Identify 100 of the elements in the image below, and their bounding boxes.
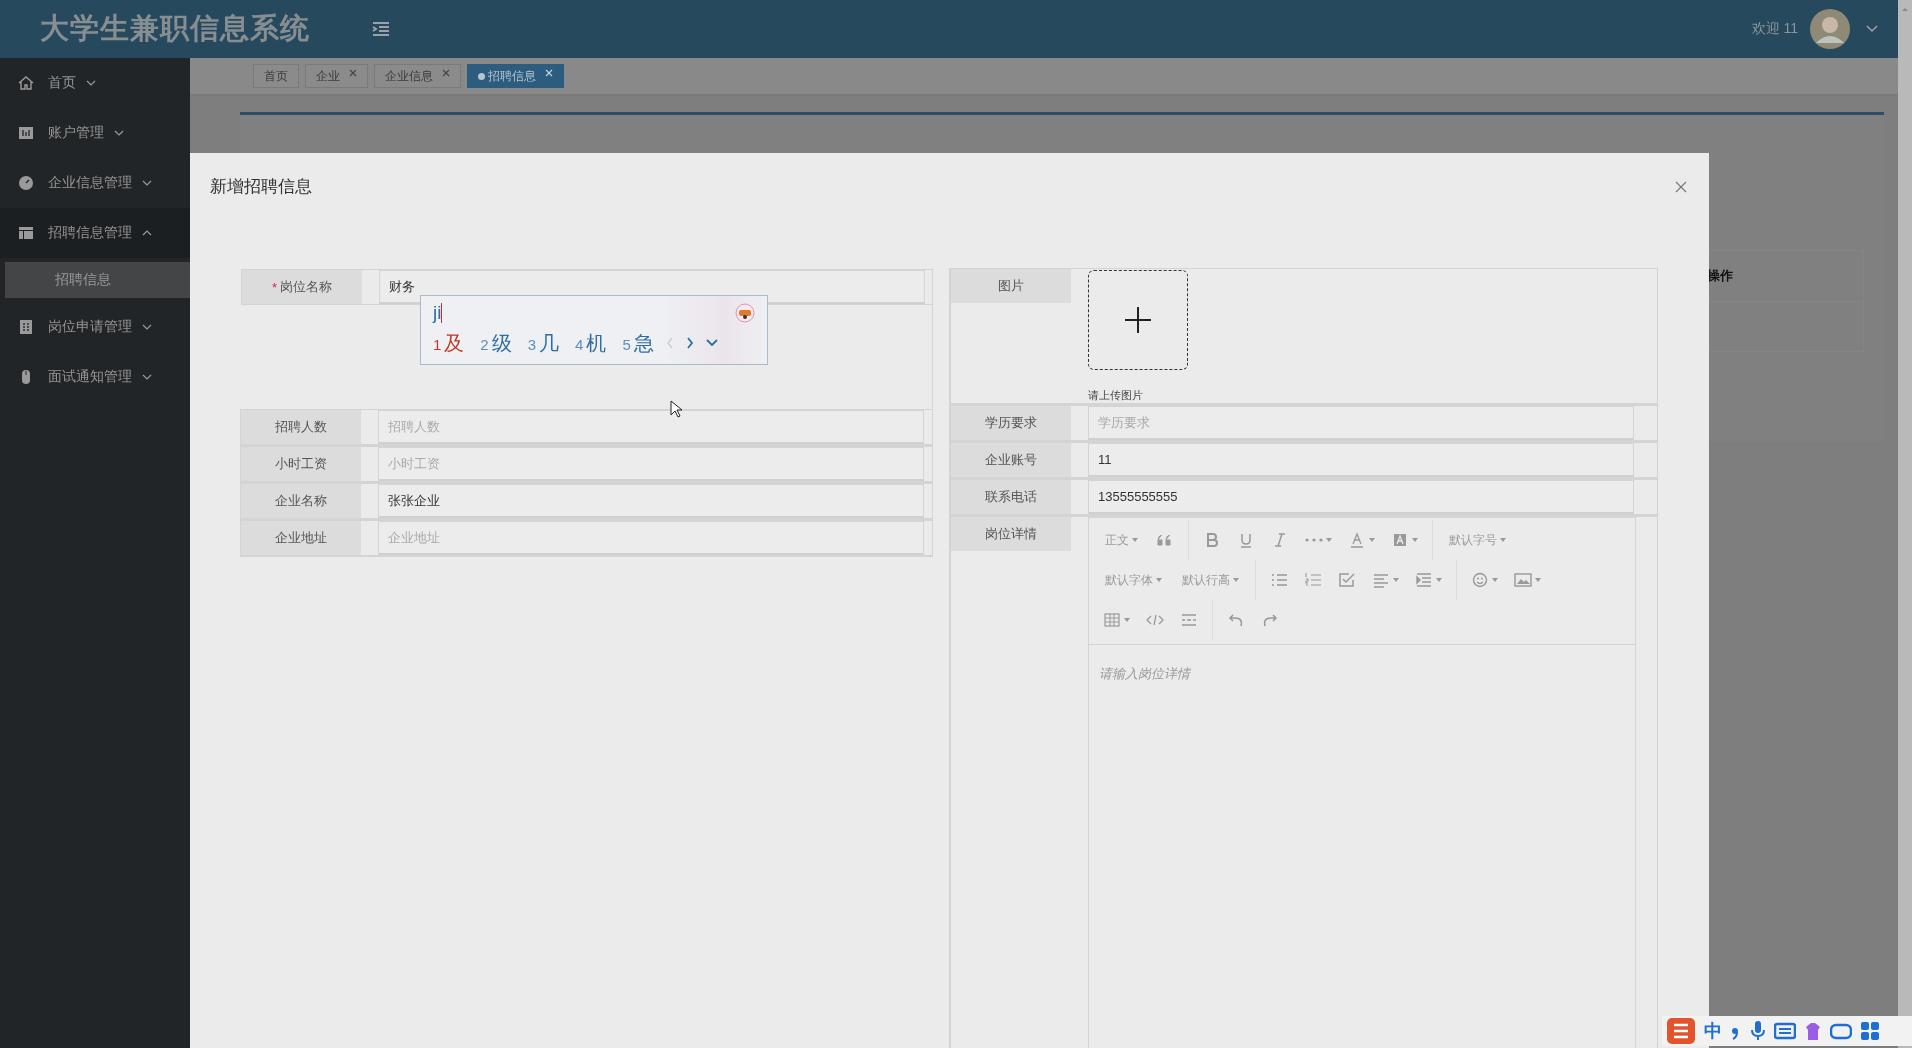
ime-mode-toggle[interactable]: 中 [1704,1019,1722,1043]
ime-candidate[interactable]: 1及 [433,329,465,357]
input-field[interactable]: 张张企业 [378,484,924,518]
toolbar-dropdown[interactable]: 正文 [1097,526,1146,554]
undo-icon [1227,612,1245,628]
caret-icon [1500,538,1506,542]
ime-candidate[interactable]: 2 级 [480,329,512,357]
mascot-icon [735,303,755,323]
ime-composition: ji [433,302,442,324]
mouse-cursor-icon [670,400,682,418]
previous-page-icon[interactable] [665,337,674,349]
sidebar-item[interactable]: 面试通知管理 [0,352,190,402]
input-field[interactable]: 企业地址 [378,521,924,555]
align-icon [1372,572,1390,588]
caret-icon [1233,578,1239,582]
toolbar-dropdown[interactable]: 默认行高 [1174,566,1247,594]
welcome-text: 欢迎 11 [1751,20,1798,38]
caret-icon [1156,578,1162,582]
toolbar-dropdown[interactable]: 默认字体 [1097,566,1170,594]
menu-icon[interactable] [372,21,390,37]
next-page-icon[interactable] [685,337,694,349]
chevron-down-icon [114,130,124,136]
bullet-list-icon [1270,572,1288,588]
table-icon [1103,612,1121,628]
caret-icon [1412,538,1418,542]
layout-icon [18,225,34,241]
building-icon [18,319,34,335]
grid-icon[interactable] [1860,1021,1880,1041]
ime-candidate[interactable]: 3 几 [527,329,560,357]
tab[interactable]: 招聘信息 [467,64,564,88]
editor-placeholder: 请输入岗位详情 [1099,666,1190,681]
chevron-down-icon[interactable] [1866,25,1878,33]
ime-candidate[interactable]: 4机 [575,329,607,357]
close-icon[interactable] [442,69,450,77]
field-label: 企业名称 [241,484,361,518]
sidebar-item[interactable]: 首页 [0,58,190,108]
chevron-down-icon [86,80,96,86]
input-field[interactable]: 11 [1088,443,1634,477]
field-label: 学历要求 [951,406,1071,440]
caret-icon [1132,538,1138,542]
app-title: 大学生兼职信息系统 [40,11,310,46]
plus-icon [1125,307,1151,333]
sidebar-item[interactable]: 企业信息管理 [0,158,190,208]
chevron-down-icon [142,180,152,186]
number-list-icon [1304,572,1322,588]
quote-icon [1156,532,1174,548]
upload-hint: 请上传图片 [1088,388,1144,403]
close-icon[interactable] [349,69,357,77]
field-label: * 岗位名称 [242,270,362,304]
more-icon [1305,538,1323,542]
sidebar-item[interactable]: 账户管理 [0,108,190,158]
dialog-title: 新增招聘信息 [210,176,313,198]
field-label: 招聘人数 [241,410,361,444]
input-field[interactable]: 招聘人数 [378,410,924,444]
caret-icon [1492,578,1498,582]
toolbar-dropdown[interactable]: 默认字号 [1441,526,1514,554]
field-label: 岗位详情 [951,517,1071,551]
caret-icon [1535,578,1541,582]
redo-icon [1261,612,1279,628]
chevron-down-icon [142,324,152,330]
bar-chart-icon [18,125,34,141]
chevron-down-icon [142,374,152,380]
skin-icon[interactable] [1804,1021,1822,1041]
editor-area[interactable]: 请输入岗位详情 [1089,645,1635,1048]
field-label: 图片 [951,269,1071,303]
microphone-icon[interactable] [1750,1020,1766,1042]
field-label: 联系电话 [951,480,1071,514]
caret-icon [1326,538,1332,542]
home-icon [18,75,34,91]
keyboard-icon[interactable] [1774,1022,1796,1040]
scrollbar[interactable] [1898,0,1912,1048]
indent-icon [1415,572,1433,588]
tab[interactable]: 企业信息 [374,64,461,88]
close-icon[interactable] [1675,181,1687,193]
caret-icon [1393,578,1399,582]
caret-icon [1436,578,1442,582]
font-color-icon [1348,532,1366,548]
image-icon [1514,572,1532,588]
caret-icon [1369,538,1375,542]
sidebar-subitem[interactable]: 招聘信息 [5,262,190,298]
todo-icon [1338,572,1356,588]
tab[interactable]: 首页 [253,64,299,88]
tab[interactable]: 企业 [305,64,368,88]
field-label: 企业账号 [951,443,1071,477]
sidebar-item[interactable]: 招聘信息管理 [0,208,190,258]
back-color-icon [1391,532,1409,548]
gauge-icon [18,175,34,191]
upload-button[interactable] [1088,270,1188,370]
field-label: 企业地址 [241,521,361,555]
ime-candidate[interactable]: 5急 [622,329,654,357]
ime-logo-icon[interactable] [1666,1017,1696,1045]
sidebar-item[interactable]: 岗位申请管理 [0,302,190,352]
active-dot [478,72,485,80]
emoji-icon [1471,572,1489,588]
expand-icon[interactable] [705,339,718,347]
input-field[interactable]: 小时工资 [378,447,924,481]
chevron-up-icon [142,230,152,236]
input-field[interactable]: 学历要求 [1088,406,1634,440]
input-field[interactable]: 13555555555 [1088,480,1634,514]
avatar[interactable] [1810,9,1850,49]
